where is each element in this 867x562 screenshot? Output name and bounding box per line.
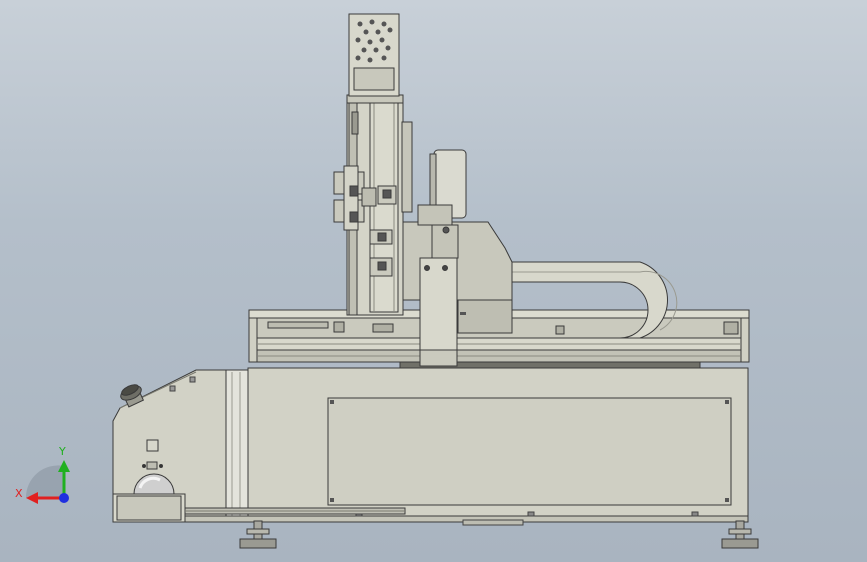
leveling-foot-right — [721, 520, 759, 549]
cad-viewport[interactable]: Y X — [0, 0, 867, 562]
x-axis-label: X — [15, 487, 23, 500]
leveling-foot-left — [239, 520, 277, 549]
access-door — [327, 397, 732, 506]
carriage-block — [419, 257, 458, 356]
panel-indicator — [146, 439, 159, 452]
y-axis-label: Y — [58, 445, 66, 458]
machine-model[interactable]: Y X — [0, 0, 867, 562]
perforated-plate — [348, 13, 400, 97]
base-cabinet — [112, 367, 749, 526]
roller-drum — [417, 149, 467, 226]
view-orientation-triad[interactable]: Y X — [15, 445, 70, 504]
cabinet-edge-panel — [225, 369, 249, 521]
z-axis-dot — [59, 493, 69, 503]
